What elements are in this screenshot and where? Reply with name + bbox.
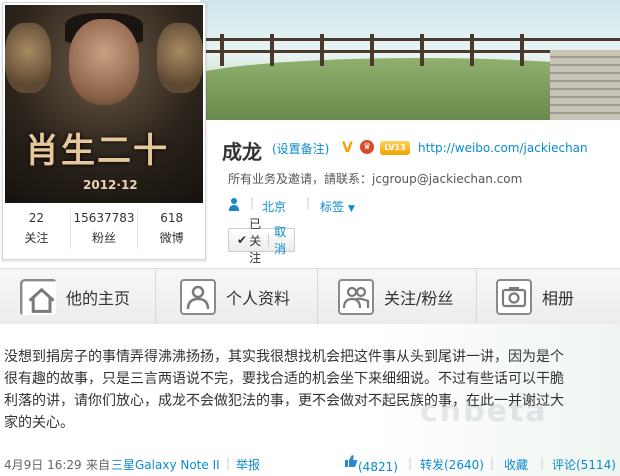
divider: | (250, 196, 255, 210)
post-text: 没想到捐房子的事情弄得沸沸扬扬，其实我很想找机会把这件事从头到尾讲一讲，因为是个… (4, 346, 616, 434)
person-icon (229, 198, 239, 211)
caret-down-icon: ▼ (348, 204, 355, 214)
tab-follows[interactable]: 关注/粉丝 (318, 269, 453, 325)
post-source-prefix: 来自 (86, 458, 111, 472)
follow-status: ✔ 已关注 取消 (228, 217, 296, 265)
home-icon (20, 279, 56, 315)
tab-album[interactable]: 相册 (476, 269, 574, 325)
profile-icon (180, 279, 216, 315)
business-contact: 所有业务及邀请，請联系：jcgroup@jackiechan.com (228, 172, 523, 186)
post-date[interactable]: 4月9日 16:29 (4, 456, 82, 473)
tab-home[interactable]: 他的主页 (0, 269, 130, 325)
weibo-count: 618 (160, 211, 184, 225)
stats-bar: 22 关注 15637783 粉丝 618 微博 (3, 209, 205, 249)
stat-weibo[interactable]: 618 微博 (137, 209, 205, 249)
tab-home-label: 他的主页 (66, 289, 131, 308)
following-count: 22 (28, 211, 44, 225)
location-link[interactable]: 北京 (262, 198, 286, 215)
like-count: (4821) (358, 460, 398, 474)
favorite-link[interactable]: 收藏 (504, 456, 528, 473)
comment-link[interactable]: 评论(5114) (552, 456, 616, 473)
profile-name: 成龙 (222, 140, 262, 164)
divider: | (226, 456, 231, 470)
profile-nav: 他的主页 个人资料 关注/粉丝 相册 (0, 268, 620, 326)
profile-header: 肖生二十 2012·12 22 关注 15637783 粉丝 618 微博 成龙… (0, 0, 620, 268)
report-link[interactable]: 举报 (236, 456, 260, 473)
post-footer: 4月9日 16:29 来自 三星Galaxy Note II | 举报 (482… (0, 450, 620, 476)
tab-album-label: 相册 (542, 289, 575, 308)
unfollow-button[interactable]: 取消 (268, 223, 294, 257)
weibo-label: 微博 (159, 231, 184, 245)
cover-image (200, 0, 620, 120)
post-line: 很有趣的故事，只是三言两语说不完，要找合适的机会坐下来细细说。不过有些话可以干脆 (4, 371, 564, 387)
stat-following[interactable]: 22 关注 (3, 209, 70, 249)
poster-title: 肖生二十 (25, 131, 169, 171)
set-remark-link[interactable]: (设置备注) (272, 140, 329, 157)
stat-fans[interactable]: 15637783 粉丝 (69, 209, 138, 249)
crown-icon[interactable]: ♛ (360, 140, 374, 154)
like-button[interactable]: (4821) (344, 454, 398, 474)
divider: | (408, 456, 413, 470)
verified-icon[interactable]: V (342, 140, 353, 156)
post-line: 利落的讲，请你们放心，成龙不会做犯法的事，更不会做对不起民族的事，在此一并谢过大 (4, 393, 564, 409)
weibo-post: cnbeta 没想到捐房子的事情弄得沸沸扬扬，其实我很想找机会把这件事从头到尾讲… (0, 324, 620, 476)
level-badge[interactable]: LV13 (380, 141, 410, 155)
post-line: 家的关心。 (4, 415, 74, 431)
thumbs-up-icon (345, 455, 358, 467)
tags-label: 标签 (320, 200, 345, 214)
divider: | (490, 456, 495, 470)
post-source-link[interactable]: 三星Galaxy Note II (111, 456, 220, 473)
checkmark-icon: ✔ (237, 233, 248, 247)
followers-icon (338, 279, 374, 315)
repost-link[interactable]: 转发(2640) (420, 456, 484, 473)
tab-follows-label: 关注/粉丝 (384, 289, 454, 308)
tags-dropdown[interactable]: 标签 ▼ (320, 198, 355, 215)
avatar-card: 肖生二十 2012·12 22 关注 15637783 粉丝 618 微博 (2, 2, 206, 260)
tab-profile-label: 个人资料 (226, 289, 291, 308)
poster-date: 2012·12 (83, 178, 138, 192)
post-line: 没想到捐房子的事情弄得沸沸扬扬，其实我很想找机会把这件事从头到尾讲一讲，因为是个 (4, 349, 564, 365)
tab-profile[interactable]: 个人资料 (160, 269, 290, 325)
fans-count: 15637783 (73, 211, 135, 225)
fans-label: 粉丝 (92, 231, 117, 245)
camera-icon (496, 279, 532, 315)
following-label: 关注 (24, 231, 49, 245)
followed-label: 已关注 (249, 216, 262, 265)
avatar[interactable]: 肖生二十 2012·12 (5, 5, 203, 203)
divider: | (306, 196, 311, 210)
divider: | (540, 456, 545, 470)
profile-url-link[interactable]: http://weibo.com/jackiechan (418, 141, 588, 155)
